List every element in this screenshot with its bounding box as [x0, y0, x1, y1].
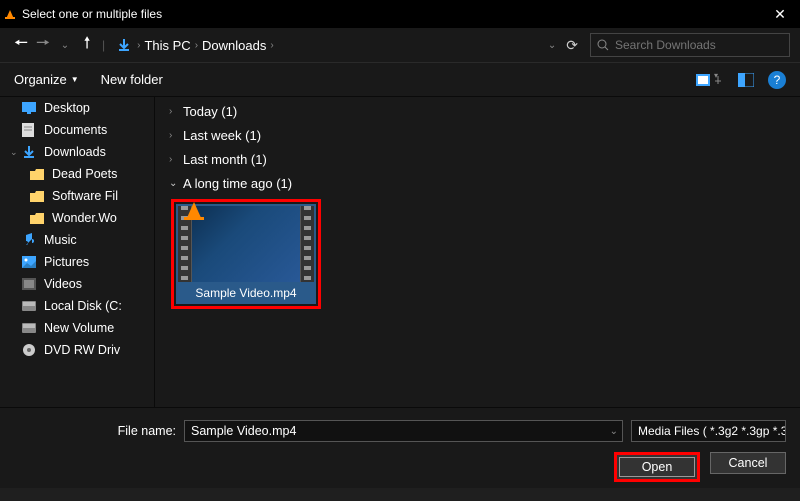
- sidebar-item-downloads[interactable]: ⌄ Downloads: [0, 141, 154, 163]
- title-bar: Select one or multiple files ✕: [0, 0, 800, 28]
- folder-icon: [30, 213, 46, 224]
- breadcrumb-thispc[interactable]: This PC: [144, 38, 190, 53]
- sidebar-item-newvolume[interactable]: New Volume: [0, 317, 154, 339]
- organize-menu[interactable]: Organize ▼: [14, 72, 79, 87]
- main-area: Desktop Documents ⌄ Downloads Dead Poets…: [0, 97, 800, 407]
- music-icon: [22, 233, 38, 247]
- downloads-icon: [117, 38, 131, 52]
- window-title: Select one or multiple files: [22, 7, 760, 21]
- address-dropdown[interactable]: ⌄: [548, 40, 556, 51]
- dvd-icon: [22, 343, 38, 357]
- pictures-icon: [22, 256, 38, 268]
- file-label: Sample Video.mp4: [178, 282, 314, 302]
- folder-icon: [30, 191, 46, 202]
- sidebar-item-deadpoets[interactable]: Dead Poets: [0, 163, 154, 185]
- cancel-button[interactable]: Cancel: [710, 452, 786, 474]
- filter-label: Media Files ( *.3g2 *.3gp *.3gp2: [638, 424, 786, 438]
- folder-icon: [30, 169, 46, 180]
- help-button[interactable]: ?: [768, 71, 786, 89]
- filename-label: File name:: [14, 424, 184, 438]
- sidebar-item-localdisk[interactable]: Local Disk (C:: [0, 295, 154, 317]
- new-folder-button[interactable]: New folder: [101, 72, 163, 87]
- vlc-cone-icon: [6, 10, 14, 19]
- up-button[interactable]: 🠕: [76, 32, 98, 59]
- chevron-down-icon: ▼: [71, 75, 79, 84]
- chevron-right-icon: ›: [169, 130, 183, 141]
- sidebar[interactable]: Desktop Documents ⌄ Downloads Dead Poets…: [0, 97, 155, 407]
- new-folder-label: New folder: [101, 72, 163, 87]
- toolbar: Organize ▼ New folder ▾ ?: [0, 63, 800, 97]
- chevron-right-icon: ›: [137, 40, 140, 51]
- nav-separator: |: [102, 38, 105, 52]
- group-lastmonth[interactable]: › Last month (1): [169, 147, 800, 171]
- filename-input[interactable]: [191, 424, 616, 438]
- sidebar-item-dvdrw[interactable]: DVD RW Driv: [0, 339, 154, 361]
- sidebar-item-softwarefil[interactable]: Software Fil: [0, 185, 154, 207]
- sidebar-item-pictures[interactable]: Pictures: [0, 251, 154, 273]
- forward-button[interactable]: 🠖: [32, 32, 54, 59]
- documents-icon: [22, 123, 38, 137]
- chevron-down-icon: ⌄: [169, 178, 183, 189]
- desktop-icon: [22, 102, 38, 114]
- refresh-button[interactable]: ⟳: [566, 37, 578, 54]
- sidebar-item-desktop[interactable]: Desktop: [0, 97, 154, 119]
- filmstrip-icon: [300, 206, 314, 282]
- sidebar-item-wonderwo[interactable]: Wonder.Wo: [0, 207, 154, 229]
- downloads-icon: [22, 145, 38, 159]
- nav-bar: 🠔 🠖 ⌄ 🠕 | › This PC › Downloads › ⌄ ⟳: [0, 28, 800, 63]
- file-list[interactable]: › Today (1) › Last week (1) › Last month…: [155, 97, 800, 407]
- chevron-down-icon[interactable]: ⌄: [610, 426, 618, 437]
- close-button[interactable]: ✕: [760, 6, 800, 23]
- back-button[interactable]: 🠔: [10, 32, 32, 59]
- open-button[interactable]: Open: [619, 457, 695, 477]
- view-button[interactable]: ▾: [696, 72, 724, 88]
- bottom-panel: File name: ⌄ Media Files ( *.3g2 *.3gp *…: [0, 407, 800, 488]
- preview-pane-button[interactable]: [738, 73, 754, 87]
- organize-label: Organize: [14, 72, 67, 87]
- group-longtime[interactable]: ⌄ A long time ago (1): [169, 171, 800, 195]
- search-input[interactable]: [615, 38, 783, 52]
- chevron-right-icon: ›: [169, 154, 183, 165]
- chevron-right-icon: ›: [169, 106, 183, 117]
- chevron-right-icon: ›: [195, 40, 198, 51]
- highlight-box: Sample Video.mp4: [171, 199, 321, 309]
- disk-icon: [22, 301, 38, 311]
- breadcrumb[interactable]: › This PC › Downloads ›: [137, 38, 548, 53]
- recent-dropdown[interactable]: ⌄: [54, 40, 76, 51]
- videos-icon: [22, 278, 38, 290]
- filetype-filter[interactable]: Media Files ( *.3g2 *.3gp *.3gp2 ⌄: [631, 420, 786, 442]
- search-icon: [597, 39, 609, 51]
- sidebar-item-documents[interactable]: Documents: [0, 119, 154, 141]
- video-thumbnail: [178, 206, 314, 282]
- collapse-icon[interactable]: ⌄: [10, 147, 20, 158]
- highlight-box: Open: [614, 452, 700, 482]
- group-lastweek[interactable]: › Last week (1): [169, 123, 800, 147]
- chevron-right-icon: ›: [270, 40, 273, 51]
- search-box[interactable]: [590, 33, 790, 57]
- disk-icon: [22, 323, 38, 333]
- vlc-cone-icon: [186, 202, 202, 220]
- svg-text:▾: ▾: [714, 72, 718, 80]
- sidebar-item-music[interactable]: Music: [0, 229, 154, 251]
- sidebar-item-videos[interactable]: Videos: [0, 273, 154, 295]
- group-today[interactable]: › Today (1): [169, 99, 800, 123]
- breadcrumb-downloads[interactable]: Downloads: [202, 38, 266, 53]
- filename-box[interactable]: ⌄: [184, 420, 623, 442]
- file-item-sample-video[interactable]: Sample Video.mp4: [176, 204, 316, 304]
